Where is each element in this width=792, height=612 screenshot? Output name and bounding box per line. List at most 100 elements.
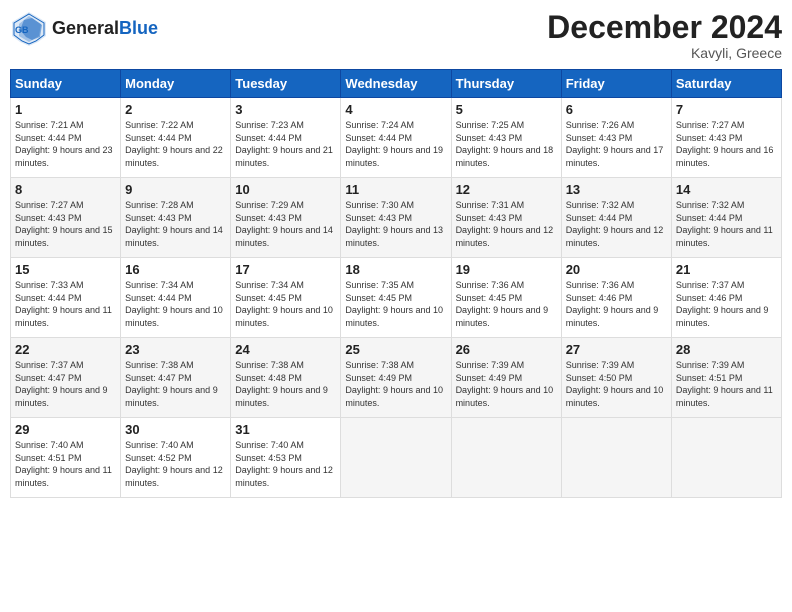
title-area: December 2024 Kavyli, Greece <box>547 10 782 61</box>
col-wednesday: Wednesday <box>341 70 451 98</box>
day-info: Sunrise: 7:36 AMSunset: 4:45 PMDaylight:… <box>456 279 557 329</box>
day-number: 31 <box>235 422 336 437</box>
day-info: Sunrise: 7:40 AMSunset: 4:53 PMDaylight:… <box>235 439 336 489</box>
day-number: 29 <box>15 422 116 437</box>
day-cell: 4Sunrise: 7:24 AMSunset: 4:44 PMDaylight… <box>341 98 451 178</box>
day-cell: 12 Sunrise: 7:31 AMSunset: 4:43 PMDayligh… <box>451 178 561 258</box>
header-row: Sunday Monday Tuesday Wednesday Thursday… <box>11 70 782 98</box>
day-number: 8 <box>15 182 116 197</box>
day-number: 13 <box>566 182 667 197</box>
day-number: 16 <box>125 262 226 277</box>
day-number: 6 <box>566 102 667 117</box>
day-cell: 8 Sunrise: 7:27 AMSunset: 4:43 PMDaylight… <box>11 178 121 258</box>
day-info: Sunrise: 7:25 AMSunset: 4:43 PMDaylight:… <box>456 119 557 169</box>
day-info: Sunrise: 7:27 AMSunset: 4:43 PMDaylight:… <box>676 119 777 169</box>
day-number: 14 <box>676 182 777 197</box>
day-cell: 21 Sunrise: 7:37 AMSunset: 4:46 PMDayligh… <box>671 258 781 338</box>
day-cell: 26Sunrise: 7:39 AMSunset: 4:49 PMDayligh… <box>451 338 561 418</box>
day-number: 9 <box>125 182 226 197</box>
day-info: Sunrise: 7:39 AMSunset: 4:50 PMDaylight:… <box>566 359 667 409</box>
day-cell: 20 Sunrise: 7:36 AMSunset: 4:46 PMDayligh… <box>561 258 671 338</box>
day-info: Sunrise: 7:29 AMSunset: 4:43 PMDaylight:… <box>235 199 336 249</box>
day-cell: 3 Sunrise: 7:23 AMSunset: 4:44 PMDaylight… <box>231 98 341 178</box>
day-number: 28 <box>676 342 777 357</box>
day-number: 3 <box>235 102 336 117</box>
logo-icon: GB <box>10 10 48 48</box>
month-title: December 2024 <box>547 10 782 45</box>
day-info: Sunrise: 7:26 AMSunset: 4:43 PMDaylight:… <box>566 119 667 169</box>
week-row-0: 1Sunrise: 7:21 AMSunset: 4:44 PMDaylight… <box>11 98 782 178</box>
day-info: Sunrise: 7:31 AMSunset: 4:43 PMDaylight:… <box>456 199 557 249</box>
day-info: Sunrise: 7:35 AMSunset: 4:45 PMDaylight:… <box>345 279 446 329</box>
day-info: Sunrise: 7:32 AMSunset: 4:44 PMDaylight:… <box>676 199 777 249</box>
day-number: 26 <box>456 342 557 357</box>
day-cell: 11Sunrise: 7:30 AMSunset: 4:43 PMDayligh… <box>341 178 451 258</box>
day-cell <box>341 418 451 498</box>
day-info: Sunrise: 7:38 AMSunset: 4:48 PMDaylight:… <box>235 359 336 409</box>
day-info: Sunrise: 7:27 AMSunset: 4:43 PMDaylight:… <box>15 199 116 249</box>
day-info: Sunrise: 7:34 AMSunset: 4:44 PMDaylight:… <box>125 279 226 329</box>
day-cell: 31 Sunrise: 7:40 AMSunset: 4:53 PMDayligh… <box>231 418 341 498</box>
col-monday: Monday <box>121 70 231 98</box>
day-info: Sunrise: 7:34 AMSunset: 4:45 PMDaylight:… <box>235 279 336 329</box>
day-number: 2 <box>125 102 226 117</box>
day-cell <box>561 418 671 498</box>
day-info: Sunrise: 7:32 AMSunset: 4:44 PMDaylight:… <box>566 199 667 249</box>
day-cell: 18 Sunrise: 7:35 AMSunset: 4:45 PMDayligh… <box>341 258 451 338</box>
day-cell: 5 Sunrise: 7:25 AMSunset: 4:43 PMDaylight… <box>451 98 561 178</box>
day-cell: 2 Sunrise: 7:22 AMSunset: 4:44 PMDaylight… <box>121 98 231 178</box>
logo-general: General <box>52 18 119 38</box>
day-number: 7 <box>676 102 777 117</box>
day-info: Sunrise: 7:36 AMSunset: 4:46 PMDaylight:… <box>566 279 667 329</box>
logo: GB GeneralBlue <box>10 10 158 48</box>
day-number: 22 <box>15 342 116 357</box>
col-saturday: Saturday <box>671 70 781 98</box>
day-cell: 13 Sunrise: 7:32 AMSunset: 4:44 PMDayligh… <box>561 178 671 258</box>
day-info: Sunrise: 7:37 AMSunset: 4:46 PMDaylight:… <box>676 279 777 329</box>
day-number: 19 <box>456 262 557 277</box>
day-cell: 25Sunrise: 7:38 AMSunset: 4:49 PMDayligh… <box>341 338 451 418</box>
day-number: 5 <box>456 102 557 117</box>
svg-text:GB: GB <box>15 25 29 35</box>
day-cell: 28 Sunrise: 7:39 AMSunset: 4:51 PMDayligh… <box>671 338 781 418</box>
day-number: 20 <box>566 262 667 277</box>
col-tuesday: Tuesday <box>231 70 341 98</box>
day-number: 21 <box>676 262 777 277</box>
day-info: Sunrise: 7:38 AMSunset: 4:47 PMDaylight:… <box>125 359 226 409</box>
calendar-table: Sunday Monday Tuesday Wednesday Thursday… <box>10 69 782 498</box>
week-row-1: 8 Sunrise: 7:27 AMSunset: 4:43 PMDaylight… <box>11 178 782 258</box>
day-number: 27 <box>566 342 667 357</box>
day-number: 10 <box>235 182 336 197</box>
col-sunday: Sunday <box>11 70 121 98</box>
day-cell: 22Sunrise: 7:37 AMSunset: 4:47 PMDayligh… <box>11 338 121 418</box>
day-number: 12 <box>456 182 557 197</box>
day-cell: 14 Sunrise: 7:32 AMSunset: 4:44 PMDayligh… <box>671 178 781 258</box>
day-info: Sunrise: 7:22 AMSunset: 4:44 PMDaylight:… <box>125 119 226 169</box>
day-number: 23 <box>125 342 226 357</box>
day-cell: 1Sunrise: 7:21 AMSunset: 4:44 PMDaylight… <box>11 98 121 178</box>
day-cell <box>671 418 781 498</box>
day-cell: 27 Sunrise: 7:39 AMSunset: 4:50 PMDayligh… <box>561 338 671 418</box>
day-cell: 15Sunrise: 7:33 AMSunset: 4:44 PMDayligh… <box>11 258 121 338</box>
day-info: Sunrise: 7:21 AMSunset: 4:44 PMDaylight:… <box>15 119 116 169</box>
day-info: Sunrise: 7:23 AMSunset: 4:44 PMDaylight:… <box>235 119 336 169</box>
day-cell: 10 Sunrise: 7:29 AMSunset: 4:43 PMDayligh… <box>231 178 341 258</box>
day-number: 30 <box>125 422 226 437</box>
day-number: 11 <box>345 182 446 197</box>
day-cell: 6 Sunrise: 7:26 AMSunset: 4:43 PMDaylight… <box>561 98 671 178</box>
day-info: Sunrise: 7:38 AMSunset: 4:49 PMDaylight:… <box>345 359 446 409</box>
day-number: 24 <box>235 342 336 357</box>
week-row-3: 22Sunrise: 7:37 AMSunset: 4:47 PMDayligh… <box>11 338 782 418</box>
day-cell: 29Sunrise: 7:40 AMSunset: 4:51 PMDayligh… <box>11 418 121 498</box>
day-number: 18 <box>345 262 446 277</box>
day-cell: 24 Sunrise: 7:38 AMSunset: 4:48 PMDayligh… <box>231 338 341 418</box>
day-cell: 9Sunrise: 7:28 AMSunset: 4:43 PMDaylight… <box>121 178 231 258</box>
day-info: Sunrise: 7:39 AMSunset: 4:51 PMDaylight:… <box>676 359 777 409</box>
day-info: Sunrise: 7:40 AMSunset: 4:52 PMDaylight:… <box>125 439 226 489</box>
day-cell <box>451 418 561 498</box>
day-cell: 7 Sunrise: 7:27 AMSunset: 4:43 PMDaylight… <box>671 98 781 178</box>
day-cell: 16 Sunrise: 7:34 AMSunset: 4:44 PMDayligh… <box>121 258 231 338</box>
day-number: 15 <box>15 262 116 277</box>
day-cell: 17Sunrise: 7:34 AMSunset: 4:45 PMDayligh… <box>231 258 341 338</box>
day-number: 4 <box>345 102 446 117</box>
